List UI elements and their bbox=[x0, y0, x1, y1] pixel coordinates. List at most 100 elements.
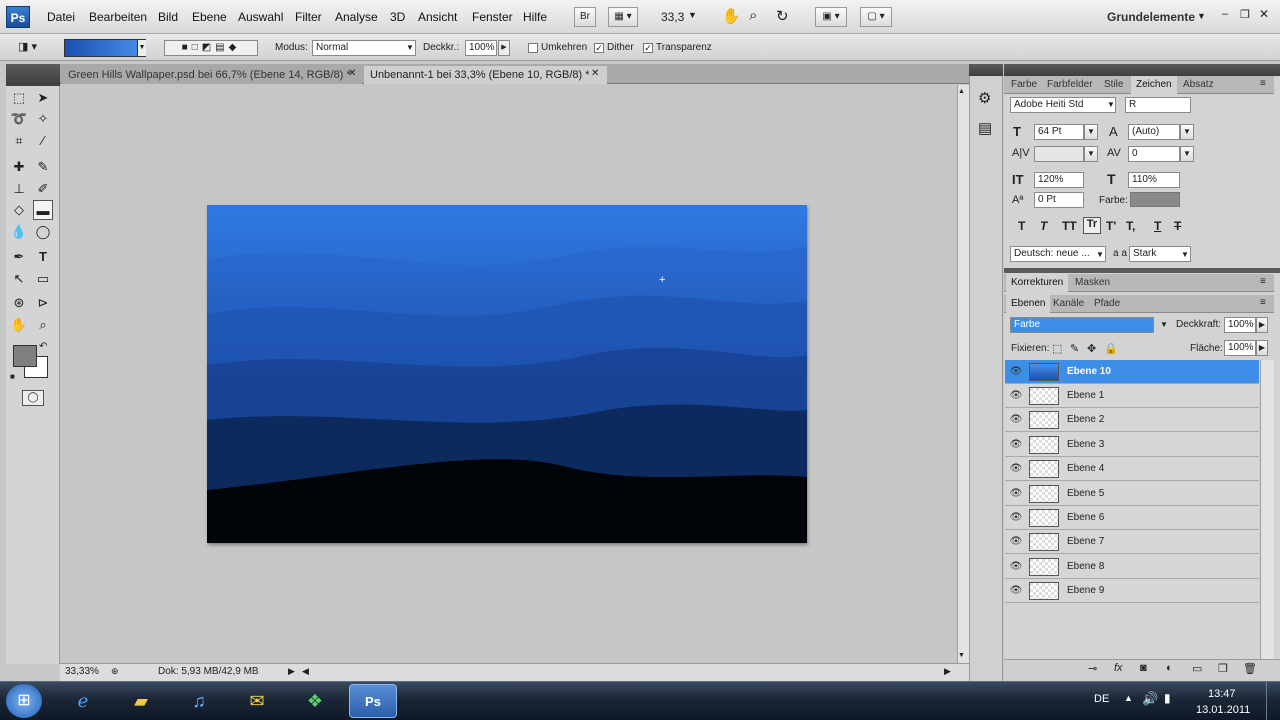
dodge-tool-icon[interactable]: ◯ bbox=[33, 222, 53, 242]
scroll-down-icon[interactable]: ▼ bbox=[958, 652, 965, 659]
default-colors-icon[interactable]: ■ bbox=[10, 372, 15, 381]
layer-row[interactable]: 👁 Ebene 5 bbox=[1005, 482, 1259, 506]
visibility-eye-icon[interactable]: 👁 bbox=[1009, 438, 1023, 452]
explorer-folder-icon[interactable]: ▰ bbox=[117, 684, 165, 718]
font-family-select[interactable]: Adobe Heiti Std bbox=[1010, 97, 1116, 113]
layer-row[interactable]: 👁 Ebene 3 bbox=[1005, 433, 1259, 457]
visibility-eye-icon[interactable]: 👁 bbox=[1009, 462, 1023, 476]
zoom-level[interactable]: 33,3 bbox=[661, 10, 684, 24]
pen-tool-icon[interactable]: ✒ bbox=[9, 247, 29, 267]
3d-camera-icon[interactable]: ⊳ bbox=[33, 293, 53, 313]
tab-masken[interactable]: Masken bbox=[1070, 274, 1115, 292]
hscroll-left-icon[interactable]: ◀ bbox=[302, 666, 309, 677]
media-player-icon[interactable]: ❖ bbox=[291, 684, 339, 718]
tab-kanaele[interactable]: Kanäle bbox=[1048, 295, 1089, 313]
rotate-view-icon[interactable]: ↻ bbox=[776, 7, 789, 25]
3d-rotate-icon[interactable]: ⊛ bbox=[9, 293, 29, 313]
strikethrough-icon[interactable]: T bbox=[1174, 219, 1181, 233]
menu-hilfe[interactable]: Hilfe bbox=[523, 10, 547, 24]
antialias-dropdown-icon[interactable]: ▼ bbox=[1181, 250, 1189, 259]
tab-close-icon[interactable]: ✕ bbox=[591, 68, 599, 79]
gradient-type-icons[interactable]: ■□◩▤◆ bbox=[164, 40, 258, 56]
lock-position-icon[interactable]: ✥ bbox=[1087, 342, 1096, 355]
layer-style-icon[interactable]: fx bbox=[1114, 662, 1123, 674]
tab-farbfelder[interactable]: Farbfelder bbox=[1042, 76, 1098, 94]
screen-mode-icon[interactable]: ▢ ▾ bbox=[860, 7, 892, 27]
layer-row[interactable]: 👁 Ebene 8 bbox=[1005, 555, 1259, 579]
layer-row[interactable]: 👁 Ebene 4 bbox=[1005, 457, 1259, 481]
lock-all-icon[interactable]: 🔒 bbox=[1104, 342, 1118, 355]
fill-input[interactable]: 100% bbox=[1224, 340, 1256, 356]
horizontal-scale-input[interactable]: 110% bbox=[1128, 172, 1180, 188]
subscript-icon[interactable]: T, bbox=[1126, 219, 1135, 233]
language-indicator[interactable]: DE bbox=[1094, 693, 1109, 705]
layers-panel-menu-icon[interactable]: ≡ bbox=[1260, 297, 1266, 308]
mini-bridge-icon[interactable]: ▦ ▾ bbox=[608, 7, 638, 27]
tab-close-icon[interactable]: ✕ bbox=[348, 68, 356, 79]
visibility-eye-icon[interactable]: 👁 bbox=[1009, 584, 1023, 598]
clock-date[interactable]: 13.01.2011 bbox=[1196, 704, 1250, 716]
layers-scrollbar[interactable] bbox=[1260, 360, 1274, 660]
menu-ebene[interactable]: Ebene bbox=[192, 10, 227, 24]
marquee-tool-icon[interactable]: ⬚ bbox=[9, 88, 29, 108]
leading-input[interactable]: (Auto) bbox=[1128, 124, 1180, 140]
transparenz-checkbox[interactable]: ✓ bbox=[643, 43, 653, 53]
workspace-switcher[interactable]: Grundelemente bbox=[1107, 10, 1195, 24]
baseline-shift-input[interactable]: 0 Pt bbox=[1034, 192, 1084, 208]
underline-icon[interactable]: T bbox=[1154, 219, 1161, 233]
zoom-tool-icon[interactable]: ⌕ bbox=[33, 315, 53, 335]
lasso-tool-icon[interactable]: ➰ bbox=[9, 109, 29, 129]
photoshop-taskbar-button[interactable]: Ps bbox=[349, 684, 397, 718]
tab-stile[interactable]: Stile bbox=[1099, 76, 1128, 94]
volume-icon[interactable]: 🔊 bbox=[1142, 691, 1158, 707]
tracking-dropdown-icon[interactable]: ▼ bbox=[1180, 146, 1194, 162]
visibility-eye-icon[interactable]: 👁 bbox=[1009, 511, 1023, 525]
status-info-icon[interactable]: ⊕ bbox=[111, 666, 119, 677]
layer-row[interactable]: 👁 Ebene 2 bbox=[1005, 408, 1259, 432]
gradient-tool-icon[interactable]: ▬ bbox=[33, 200, 53, 220]
fill-arrow-icon[interactable]: ▶ bbox=[1256, 340, 1268, 356]
dither-checkbox[interactable]: ✓ bbox=[594, 43, 604, 53]
layer-mask-icon[interactable]: ◙ bbox=[1140, 662, 1147, 674]
move-tool-icon[interactable]: ➤ bbox=[33, 88, 53, 108]
crop-tool-icon[interactable]: ⌗ bbox=[9, 131, 29, 151]
layer-row[interactable]: 👁 Ebene 10 bbox=[1005, 360, 1259, 384]
small-caps-icon[interactable]: Tr bbox=[1083, 217, 1101, 234]
adjustment-layer-icon[interactable]: ◐ bbox=[1166, 662, 1173, 674]
deckkraft-input[interactable]: 100% bbox=[465, 40, 497, 56]
quick-mask-icon[interactable]: ◯ bbox=[22, 390, 44, 406]
font-size-dropdown-icon[interactable]: ▼ bbox=[1084, 124, 1098, 140]
text-color-swatch[interactable] bbox=[1130, 192, 1180, 207]
faux-italic-icon[interactable]: T bbox=[1040, 219, 1047, 233]
font-family-dropdown-icon[interactable]: ▼ bbox=[1107, 100, 1115, 109]
layer-row[interactable]: 👁 Ebene 9 bbox=[1005, 579, 1259, 603]
menu-auswahl[interactable]: Auswahl bbox=[238, 10, 283, 24]
tab-korrekturen[interactable]: Korrekturen bbox=[1006, 274, 1069, 292]
visibility-eye-icon[interactable]: 👁 bbox=[1009, 413, 1023, 427]
clock-time[interactable]: 13:47 bbox=[1208, 688, 1236, 700]
scroll-up-icon[interactable]: ▲ bbox=[958, 88, 965, 95]
deckkraft-arrow-icon[interactable]: ▶ bbox=[498, 40, 510, 56]
link-layers-icon[interactable]: ⊸ bbox=[1088, 662, 1097, 675]
gradient-picker[interactable] bbox=[64, 39, 146, 57]
kerning-input[interactable] bbox=[1034, 146, 1084, 162]
menu-datei[interactable]: Datei bbox=[47, 10, 75, 24]
photoshop-logo-icon[interactable]: Ps bbox=[6, 6, 30, 28]
healing-brush-icon[interactable]: ✚ bbox=[9, 157, 29, 177]
faux-bold-icon[interactable]: T bbox=[1018, 219, 1025, 233]
blur-tool-icon[interactable]: 💧 bbox=[9, 222, 29, 242]
tracking-input[interactable]: 0 bbox=[1128, 146, 1180, 162]
menu-bearbeiten[interactable]: Bearbeiten bbox=[89, 10, 147, 24]
menu-analyse[interactable]: Analyse bbox=[335, 10, 378, 24]
eraser-tool-icon[interactable]: ◇ bbox=[9, 200, 29, 220]
modus-select[interactable]: Normal bbox=[312, 40, 416, 56]
language-dropdown-icon[interactable]: ▼ bbox=[1096, 250, 1104, 259]
shape-tool-icon[interactable]: ▭ bbox=[33, 269, 53, 289]
tab-farbe[interactable]: Farbe bbox=[1006, 76, 1042, 94]
magic-wand-icon[interactable]: ✧ bbox=[33, 109, 53, 129]
lock-transparency-icon[interactable]: ⬚ bbox=[1052, 342, 1062, 355]
font-size-input[interactable]: 64 Pt bbox=[1034, 124, 1084, 140]
type-tool-icon[interactable]: T bbox=[33, 247, 53, 267]
clone-stamp-icon[interactable]: ⊥ bbox=[9, 179, 29, 199]
tab-pfade[interactable]: Pfade bbox=[1089, 295, 1125, 313]
